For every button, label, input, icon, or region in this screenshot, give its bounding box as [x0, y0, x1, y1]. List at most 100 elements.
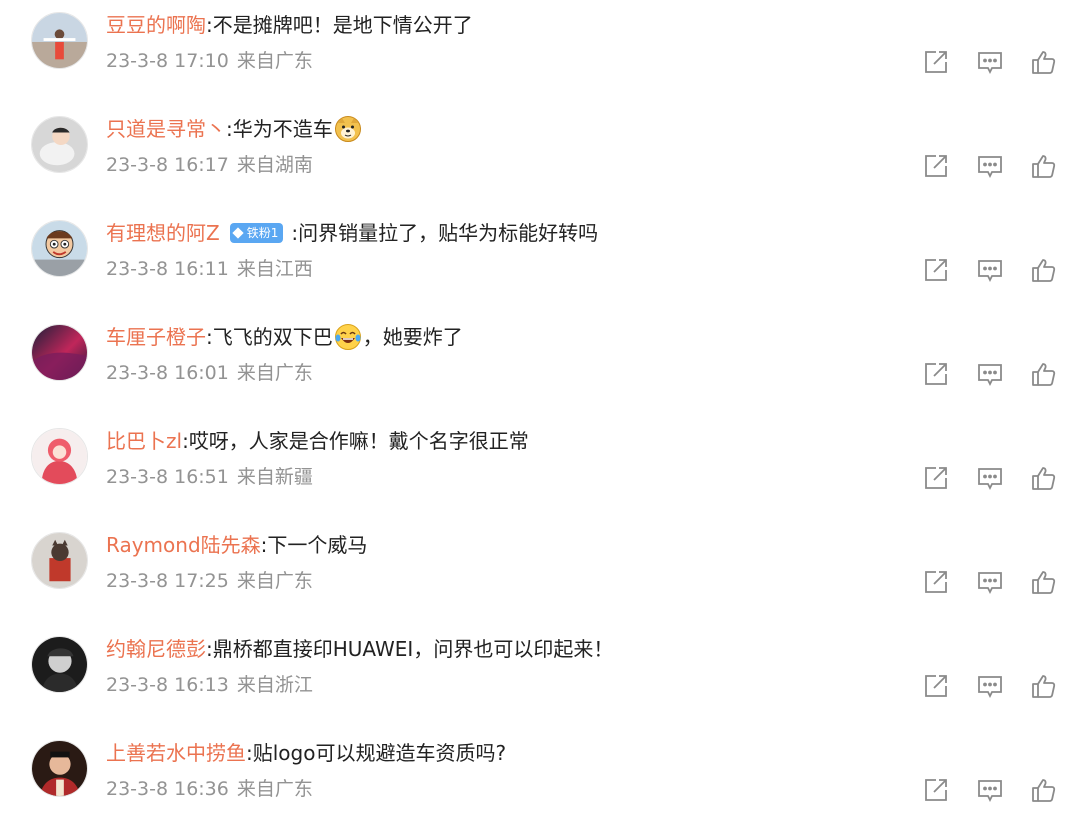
comment-content: 豆豆的啊陶: 不是摊牌吧！是地下情公开了 [106, 8, 473, 42]
avatar[interactable] [31, 532, 88, 589]
avatar[interactable] [31, 324, 88, 381]
username-link[interactable]: 只道是寻常丶 [106, 112, 226, 146]
comment-time: 23-3-8 17:10 [106, 50, 229, 72]
comment-item: 比巴卜zl: 哎呀，人家是合作嘛！戴个名字很正常 23-3-8 16:51 来自新疆 [0, 416, 1080, 520]
comment-icon[interactable] [976, 568, 1004, 596]
share-icon[interactable] [922, 360, 950, 388]
thumbs-up-icon[interactable] [1030, 776, 1058, 804]
avatar[interactable] [31, 636, 88, 693]
username-link[interactable]: 上善若水中捞鱼 [106, 736, 246, 770]
comment-item: 上善若水中捞鱼: 贴logo可以规避造车资质吗? 23-3-8 16:36 来自广东 [0, 728, 1080, 832]
comment-actions [920, 48, 1060, 76]
comment-meta: 23-3-8 17:10 来自广东 [106, 46, 313, 76]
doge-emoji-icon [334, 115, 362, 143]
username-link[interactable]: 车厘子橙子 [106, 320, 206, 354]
share-icon[interactable] [922, 152, 950, 180]
comment-actions [920, 360, 1060, 388]
comment-content: 只道是寻常丶: 华为不造车 [106, 112, 363, 146]
comment-item: Raymond陆先森: 下一个威马 23-3-8 17:25 来自广东 [0, 520, 1080, 624]
comment-location: 来自广东 [236, 362, 313, 384]
comment-location: 来自广东 [236, 778, 313, 800]
comment-time: 23-3-8 17:25 [106, 570, 229, 592]
comment-item: 只道是寻常丶: 华为不造车 23-3-8 16:17 来自湖南 [0, 104, 1080, 208]
comment-content: 比巴卜zl: 哎呀，人家是合作嘛！戴个名字很正常 [106, 424, 529, 458]
comment-item: 豆豆的啊陶: 不是摊牌吧！是地下情公开了 23-3-8 17:10 来自广东 [0, 0, 1080, 104]
comment-time: 23-3-8 16:11 [106, 258, 229, 280]
fan-badge[interactable]: 铁粉1 [229, 223, 284, 243]
comment-text: 哎呀，人家是合作嘛！戴个名字很正常 [188, 429, 529, 453]
thumbs-up-icon[interactable] [1030, 672, 1058, 700]
share-icon[interactable] [922, 568, 950, 596]
comment-location: 来自浙江 [236, 674, 313, 696]
comment-meta: 23-3-8 16:01 来自广东 [106, 358, 313, 388]
comment-content: 车厘子橙子: 飞飞的双下巴 ，她要炸了 [106, 320, 463, 354]
comment-icon[interactable] [976, 464, 1004, 492]
comment-content: Raymond陆先森: 下一个威马 [106, 528, 367, 562]
comment-list: 豆豆的啊陶: 不是摊牌吧！是地下情公开了 23-3-8 17:10 来自广东 只道是… [0, 0, 1080, 821]
comment-icon[interactable] [976, 256, 1004, 284]
comment-content: 上善若水中捞鱼: 贴logo可以规避造车资质吗? [106, 736, 506, 770]
avatar[interactable] [31, 428, 88, 485]
comment-item: 车厘子橙子: 飞飞的双下巴 ，她要炸了 23-3-8 16:01 来自广东 [0, 312, 1080, 416]
comment-actions [920, 776, 1060, 804]
comment-text: 问界销量拉了，贴华为标能好转吗 [298, 221, 599, 245]
comment-icon[interactable] [976, 48, 1004, 76]
share-icon[interactable] [922, 672, 950, 700]
comment-text: 下一个威马 [267, 533, 368, 557]
comment-location: 来自广东 [236, 570, 313, 592]
comment-content: 约翰尼德彭: 鼎桥都直接印HUAWEI，问界也可以印起来！ [106, 632, 613, 666]
thumbs-up-icon[interactable] [1030, 48, 1058, 76]
comment-text: 华为不造车 [232, 117, 333, 141]
comment-location: 来自广东 [236, 50, 313, 72]
username-link[interactable]: 比巴卜zl [106, 424, 182, 458]
comment-time: 23-3-8 16:01 [106, 362, 229, 384]
share-icon[interactable] [922, 464, 950, 492]
thumbs-up-icon[interactable] [1030, 568, 1058, 596]
comment-time: 23-3-8 16:51 [106, 466, 229, 488]
comment-text: 鼎桥都直接印HUAWEI，问界也可以印起来！ [212, 637, 614, 661]
comment-meta: 23-3-8 16:36 来自广东 [106, 774, 313, 804]
comment-time: 23-3-8 16:36 [106, 778, 229, 800]
comment-text: 飞飞的双下巴 [212, 325, 333, 349]
thumbs-up-icon[interactable] [1030, 464, 1058, 492]
comment-actions [920, 256, 1060, 284]
comment-icon[interactable] [976, 776, 1004, 804]
comment-icon[interactable] [976, 672, 1004, 700]
comment-time: 23-3-8 16:13 [106, 674, 229, 696]
comment-actions [920, 464, 1060, 492]
thumbs-up-icon[interactable] [1030, 152, 1058, 180]
comment-location: 来自江西 [236, 258, 313, 280]
comment-text-after: ，她要炸了 [362, 325, 463, 349]
username-link[interactable]: 约翰尼德彭 [106, 632, 206, 666]
comment-icon[interactable] [976, 360, 1004, 388]
avatar[interactable] [31, 12, 88, 69]
comment-meta: 23-3-8 16:51 来自新疆 [106, 462, 313, 492]
comment-meta: 23-3-8 16:13 来自浙江 [106, 670, 313, 700]
comment-item: 有理想的阿Z 铁粉1: 问界销量拉了，贴华为标能好转吗 23-3-8 16:11 来… [0, 208, 1080, 312]
diamond-icon [232, 227, 244, 239]
comment-meta: 23-3-8 17:25 来自广东 [106, 566, 313, 596]
comment-time: 23-3-8 16:17 [106, 154, 229, 176]
comment-content: 有理想的阿Z 铁粉1: 问界销量拉了，贴华为标能好转吗 [106, 216, 598, 250]
username-link[interactable]: 有理想的阿Z [106, 216, 220, 250]
comment-meta: 23-3-8 16:11 来自江西 [106, 254, 313, 284]
comment-icon[interactable] [976, 152, 1004, 180]
comment-item: 约翰尼德彭: 鼎桥都直接印HUAWEI，问界也可以印起来！ 23-3-8 16:1… [0, 624, 1080, 728]
share-icon[interactable] [922, 776, 950, 804]
avatar[interactable] [31, 220, 88, 277]
username-link[interactable]: Raymond陆先森 [106, 528, 261, 562]
username-link[interactable]: 豆豆的啊陶 [106, 8, 206, 42]
thumbs-up-icon[interactable] [1030, 256, 1058, 284]
avatar[interactable] [31, 740, 88, 797]
comment-text: 不是摊牌吧！是地下情公开了 [212, 13, 473, 37]
comment-actions [920, 672, 1060, 700]
laugh-cry-emoji-icon [334, 323, 362, 351]
thumbs-up-icon[interactable] [1030, 360, 1058, 388]
comment-location: 来自新疆 [236, 466, 313, 488]
comment-location: 来自湖南 [236, 154, 313, 176]
share-icon[interactable] [922, 256, 950, 284]
comment-meta: 23-3-8 16:17 来自湖南 [106, 150, 313, 180]
share-icon[interactable] [922, 48, 950, 76]
avatar[interactable] [31, 116, 88, 173]
comment-actions [920, 152, 1060, 180]
